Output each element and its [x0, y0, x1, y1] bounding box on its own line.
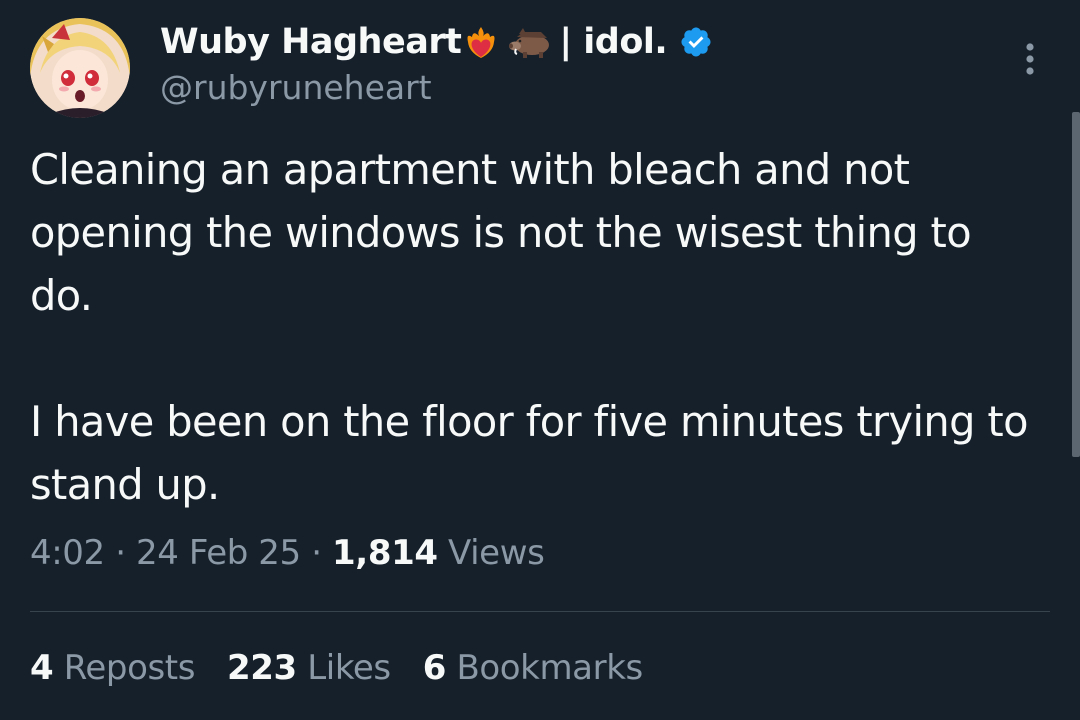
tweet-text: Cleaning an apartment with bleach and no…	[30, 138, 1040, 516]
meta-separator: ·	[311, 533, 322, 573]
heart-on-fire-icon	[463, 24, 499, 60]
views-count: 1,814	[332, 533, 438, 573]
avatar[interactable]	[30, 18, 130, 118]
reposts-label: Reposts	[63, 648, 196, 688]
reposts-count: 4	[30, 648, 54, 688]
reposts-stat[interactable]: 4 Reposts	[30, 648, 195, 688]
user-handle[interactable]: @rubyruneheart	[160, 68, 432, 107]
tweet-meta: 4:02 · 24 Feb 25 · 1,814 Views	[30, 533, 545, 573]
tweet-paragraph: I have been on the floor for five minute…	[30, 397, 1028, 509]
scrollbar[interactable]	[1072, 112, 1080, 457]
more-vertical-icon	[1026, 43, 1034, 75]
verified-badge-icon[interactable]	[679, 25, 713, 59]
meta-separator: ·	[115, 533, 126, 573]
display-name-text: Wuby Hagheart	[160, 22, 462, 62]
likes-count: 223	[227, 648, 297, 688]
bookmarks-stat[interactable]: 6 Bookmarks	[423, 648, 643, 688]
bookmarks-count: 6	[422, 648, 447, 688]
engagement-stats: 4 Reposts 223 Likes 6 Bookmarks	[30, 648, 675, 688]
display-name-suffix: | idol.	[559, 22, 668, 62]
display-name[interactable]: Wuby Hagheart | idol.	[160, 20, 713, 64]
tweet-date[interactable]: 24 Feb 25	[136, 533, 301, 573]
more-options-button[interactable]	[1012, 34, 1048, 84]
likes-label: Likes	[307, 648, 391, 688]
views-label: Views	[448, 533, 545, 573]
boar-icon	[507, 24, 553, 60]
divider	[30, 611, 1050, 612]
likes-stat[interactable]: 223 Likes	[227, 648, 391, 688]
tweet-paragraph: Cleaning an apartment with bleach and no…	[30, 145, 972, 320]
bookmarks-label: Bookmarks	[456, 648, 643, 688]
tweet-time[interactable]: 4:02	[30, 533, 105, 573]
